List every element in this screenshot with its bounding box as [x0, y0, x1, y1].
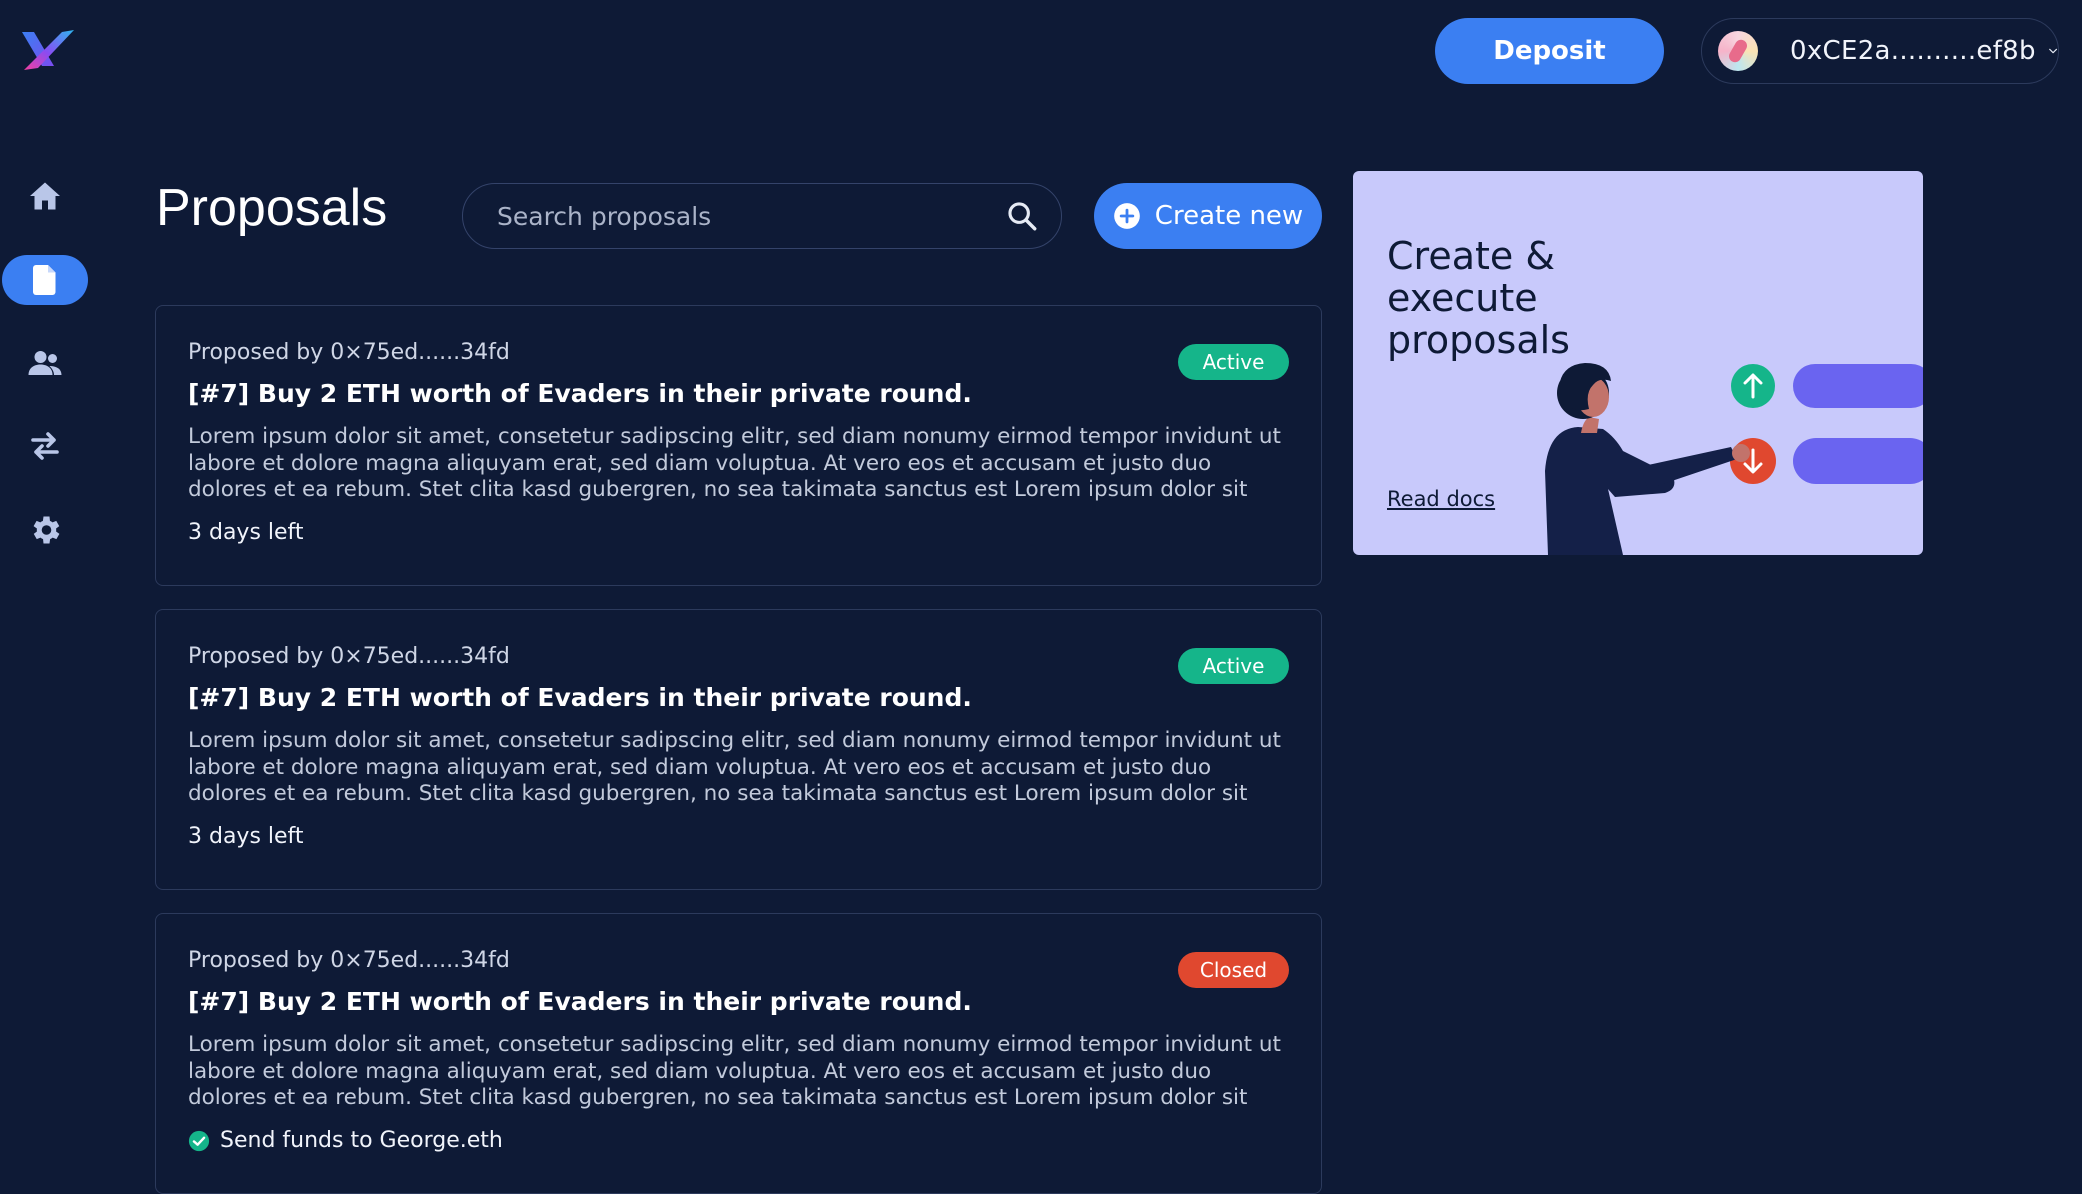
wallet-avatar [1718, 31, 1758, 71]
check-circle-icon [188, 1130, 210, 1151]
wallet-dropdown[interactable]: 0xCE2a..........ef8b [1701, 18, 2059, 84]
sidebar-item-settings[interactable] [2, 505, 88, 555]
proposal-card[interactable]: Proposed by 0×75ed......34fd Closed [#7]… [155, 913, 1322, 1194]
deposit-button[interactable]: Deposit [1435, 18, 1664, 84]
app-logo[interactable] [18, 28, 78, 72]
proposal-title: [#7] Buy 2 ETH worth of Evaders in their… [188, 987, 972, 1016]
proposal-card[interactable]: Proposed by 0×75ed......34fd Active [#7]… [155, 609, 1322, 890]
promo-panel: Create & execute proposals Read docs [1353, 171, 1923, 555]
search-bar[interactable] [462, 183, 1062, 249]
sidebar-item-home[interactable] [2, 171, 88, 221]
sidebar-item-proposals[interactable] [2, 255, 88, 305]
upvote-bar [1793, 364, 1923, 408]
plus-circle-icon [1113, 203, 1140, 229]
read-docs-link[interactable]: Read docs [1387, 487, 1495, 511]
time-left: 3 days left [188, 520, 304, 545]
status-badge: Closed [1178, 952, 1289, 988]
proposal-description: Lorem ipsum dolor sit amet, consetetur s… [188, 424, 1281, 504]
proposal-description: Lorem ipsum dolor sit amet, consetetur s… [188, 728, 1281, 808]
sidebar-item-members[interactable] [2, 338, 88, 388]
proposal-footer: 3 days left [188, 824, 1289, 849]
create-new-label: Create new [1154, 201, 1304, 231]
search-icon[interactable] [1005, 199, 1039, 233]
chevron-down-icon [2048, 48, 2057, 54]
proposal-action: Send funds to George.eth [220, 1128, 503, 1153]
proposal-title: [#7] Buy 2 ETH worth of Evaders in their… [188, 683, 972, 712]
document-icon [33, 265, 56, 295]
proposal-footer: 3 days left [188, 520, 1289, 545]
proposer: Proposed by 0×75ed......34fd [188, 340, 510, 365]
proposal-footer: Send funds to George.eth [188, 1128, 1289, 1153]
gear-icon [33, 516, 60, 544]
wallet-address: 0xCE2a..........ef8b [1790, 36, 2036, 66]
promo-title: Create & execute proposals [1387, 234, 1570, 362]
proposer: Proposed by 0×75ed......34fd [188, 948, 510, 973]
create-new-button[interactable]: Create new [1094, 183, 1322, 249]
proposer: Proposed by 0×75ed......34fd [188, 644, 510, 669]
person-figure [1545, 363, 1750, 555]
proposal-description: Lorem ipsum dolor sit amet, consetetur s… [188, 1032, 1281, 1112]
search-input[interactable] [495, 200, 1005, 232]
status-badge: Active [1178, 344, 1289, 380]
sidebar-item-transfers[interactable] [2, 421, 88, 471]
swap-icon [31, 432, 59, 460]
time-left: 3 days left [188, 824, 304, 849]
downvote-bar [1793, 438, 1923, 484]
status-badge: Active [1178, 648, 1289, 684]
page-title: Proposals [156, 179, 388, 237]
users-icon [28, 351, 62, 375]
home-icon [30, 182, 60, 210]
proposal-title: [#7] Buy 2 ETH worth of Evaders in their… [188, 379, 972, 408]
proposal-card[interactable]: Proposed by 0×75ed......34fd Active [#7]… [155, 305, 1322, 586]
